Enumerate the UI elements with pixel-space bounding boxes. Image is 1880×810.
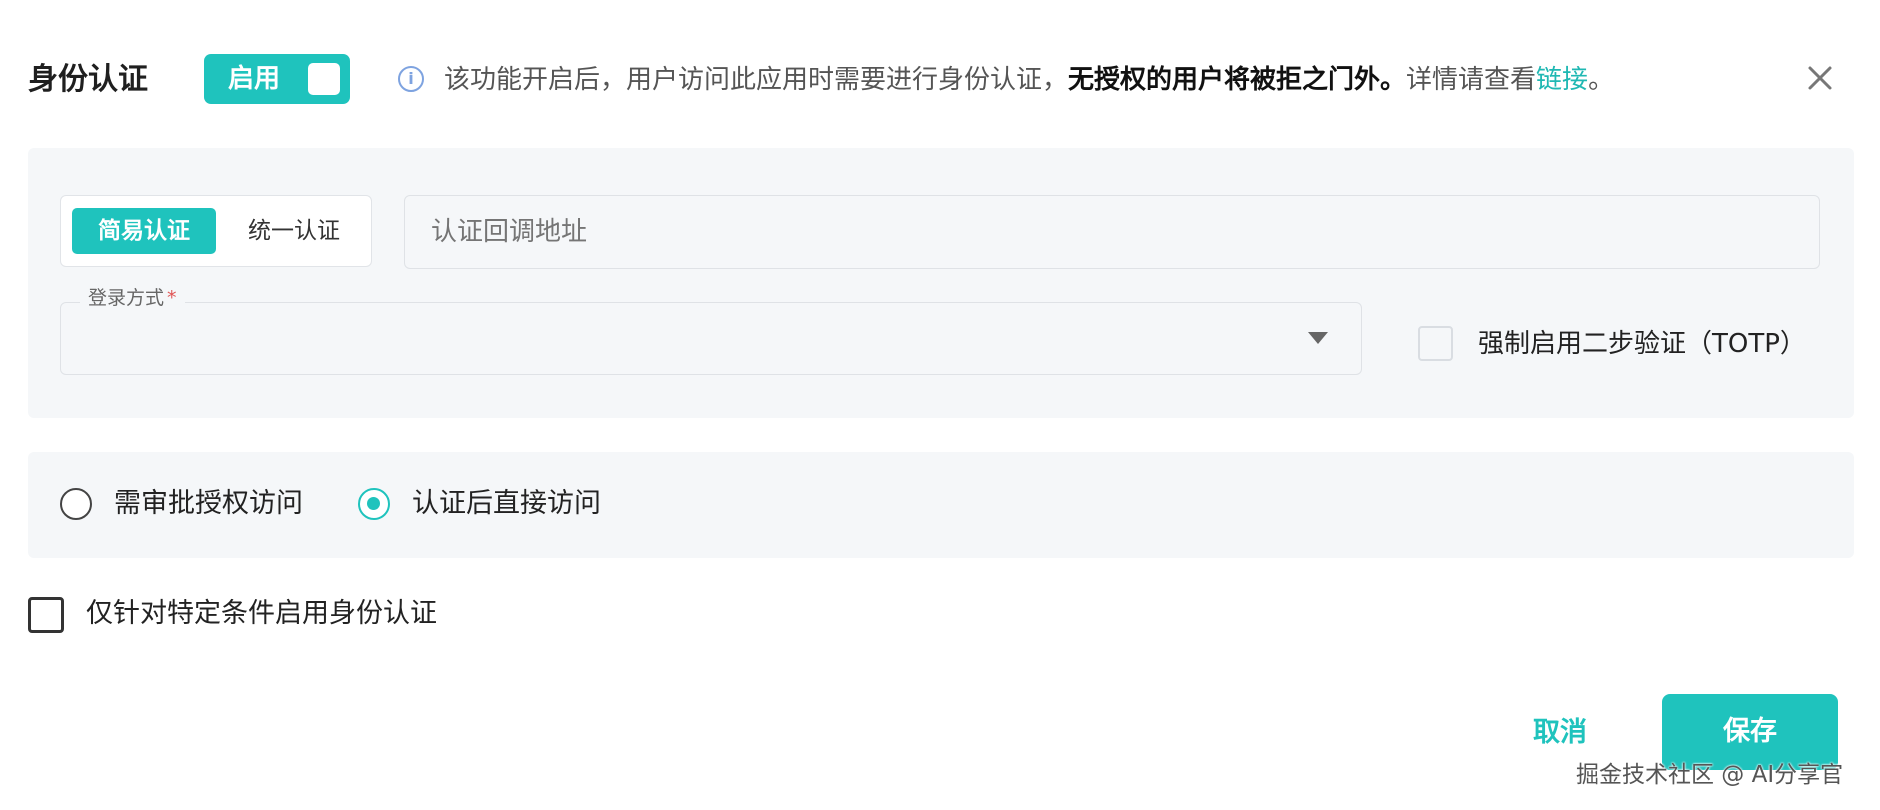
totp-checkbox[interactable] (1418, 326, 1453, 361)
notice-text: 该功能开启后，用户访问此应用时需要进行身份认证，无授权的用户将被拒之门外。详情请… (444, 58, 1614, 102)
caret-down-icon[interactable] (1308, 332, 1328, 344)
cancel-button[interactable]: 取消 (1510, 709, 1610, 757)
notice-main: 该功能开启后，用户访问此应用时需要进行身份认证， (444, 65, 1069, 95)
toggle-knob (308, 63, 340, 95)
enable-toggle[interactable]: 启用 (204, 54, 350, 104)
condition-label[interactable]: 仅针对特定条件启用身份认证 (86, 594, 437, 634)
tab-simple-auth[interactable]: 简易认证 (72, 208, 216, 254)
callback-url-input[interactable] (404, 195, 1820, 269)
notice-tail: 详情请查看 (1406, 65, 1537, 95)
radio-approval-label[interactable]: 需审批授权访问 (114, 484, 303, 524)
radio-direct-access[interactable] (358, 488, 390, 520)
toggle-label: 启用 (228, 64, 281, 94)
radio-approval-access[interactable] (60, 488, 92, 520)
notice-link[interactable]: 链接 (1536, 65, 1588, 95)
notice-end: 。 (1588, 65, 1615, 95)
auth-mode-switch: 简易认证 统一认证 (60, 195, 372, 267)
login-method-label: 登录方式 * (80, 286, 185, 310)
page-title: 身份认证 (28, 62, 148, 97)
login-method-label-text: 登录方式 (88, 287, 165, 309)
info-icon: i (398, 66, 424, 92)
required-mark: * (167, 287, 177, 309)
radio-direct-label[interactable]: 认证后直接访问 (412, 484, 601, 524)
auth-settings-panel (28, 148, 1854, 418)
condition-checkbox[interactable] (28, 597, 64, 633)
login-method-select[interactable] (60, 302, 1362, 375)
radio-selected-dot (367, 497, 380, 510)
totp-label: 强制启用二步验证（TOTP） (1478, 329, 1806, 359)
watermark: 掘金技术社区 @ AI分享官 (1576, 762, 1844, 788)
tab-unified-auth[interactable]: 统一认证 (227, 208, 361, 254)
notice-warning: 无授权的用户将被拒之门外。 (1068, 65, 1407, 95)
close-icon[interactable] (1804, 62, 1836, 94)
